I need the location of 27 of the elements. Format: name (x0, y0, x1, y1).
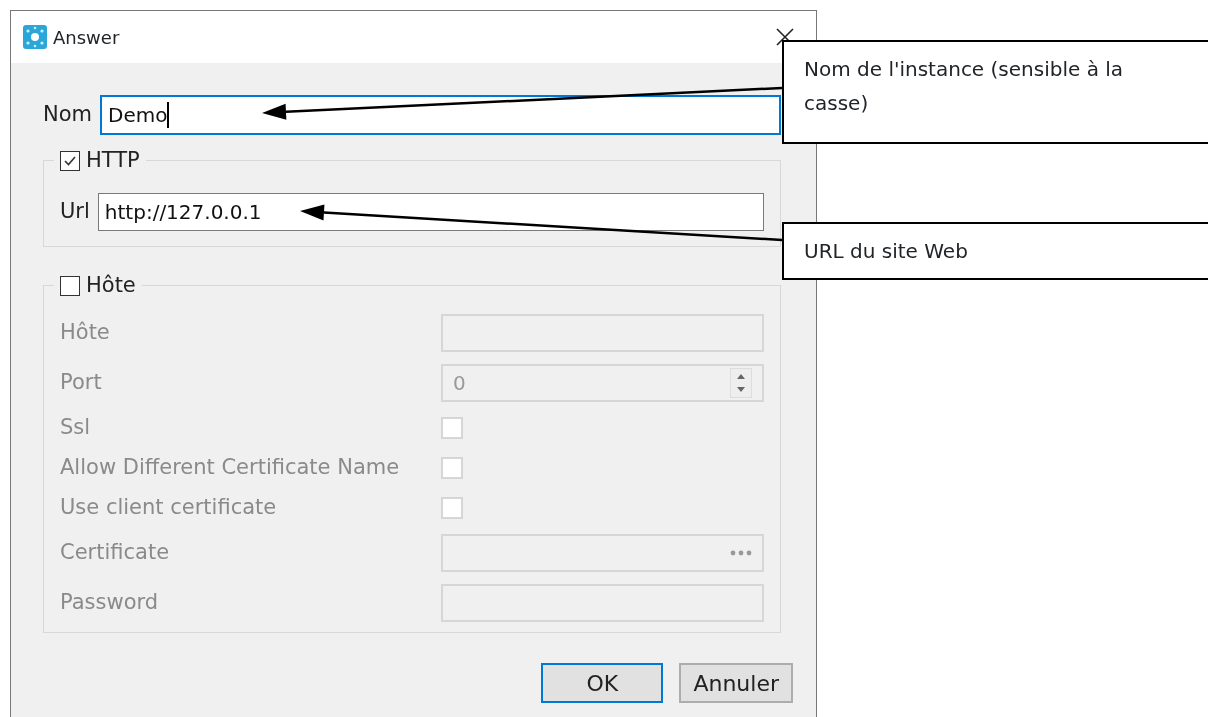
field-label: Ssl (60, 414, 92, 442)
field-label: Certificate (60, 539, 171, 567)
url-field[interactable]: http://127.0.0.1 (97, 192, 764, 231)
app-icon (23, 25, 47, 49)
url-label: Url (60, 197, 90, 225)
dialog-button[interactable]: Annuler (679, 663, 793, 703)
field-label: Allow Different Certificate Name (60, 454, 401, 482)
field-label: Hôte (60, 319, 111, 347)
checkbox[interactable] (60, 150, 80, 171)
text-field[interactable] (441, 584, 764, 622)
name-label: Nom (43, 101, 92, 129)
dialog-button[interactable]: OK (541, 663, 664, 703)
field-label: Password (60, 589, 160, 617)
spin-arrows-icon[interactable] (730, 368, 752, 398)
name-field[interactable]: Demo (100, 95, 781, 135)
group-label: Hôte (86, 272, 136, 299)
window-title: Answer (53, 25, 120, 50)
checkbox[interactable] (60, 275, 80, 296)
text-field[interactable] (441, 314, 764, 352)
field-label: Use client certificate (60, 494, 278, 522)
field-value: 0 (453, 370, 466, 397)
callout-box: Nom de l'instance (sensible à la casse) (782, 40, 1208, 144)
field-label: Port (60, 369, 103, 397)
callout-box: URL du site Web (782, 222, 1208, 280)
file-field[interactable] (441, 534, 764, 572)
ellipsis-icon[interactable] (730, 550, 752, 556)
group-label: HTTP (86, 147, 140, 174)
